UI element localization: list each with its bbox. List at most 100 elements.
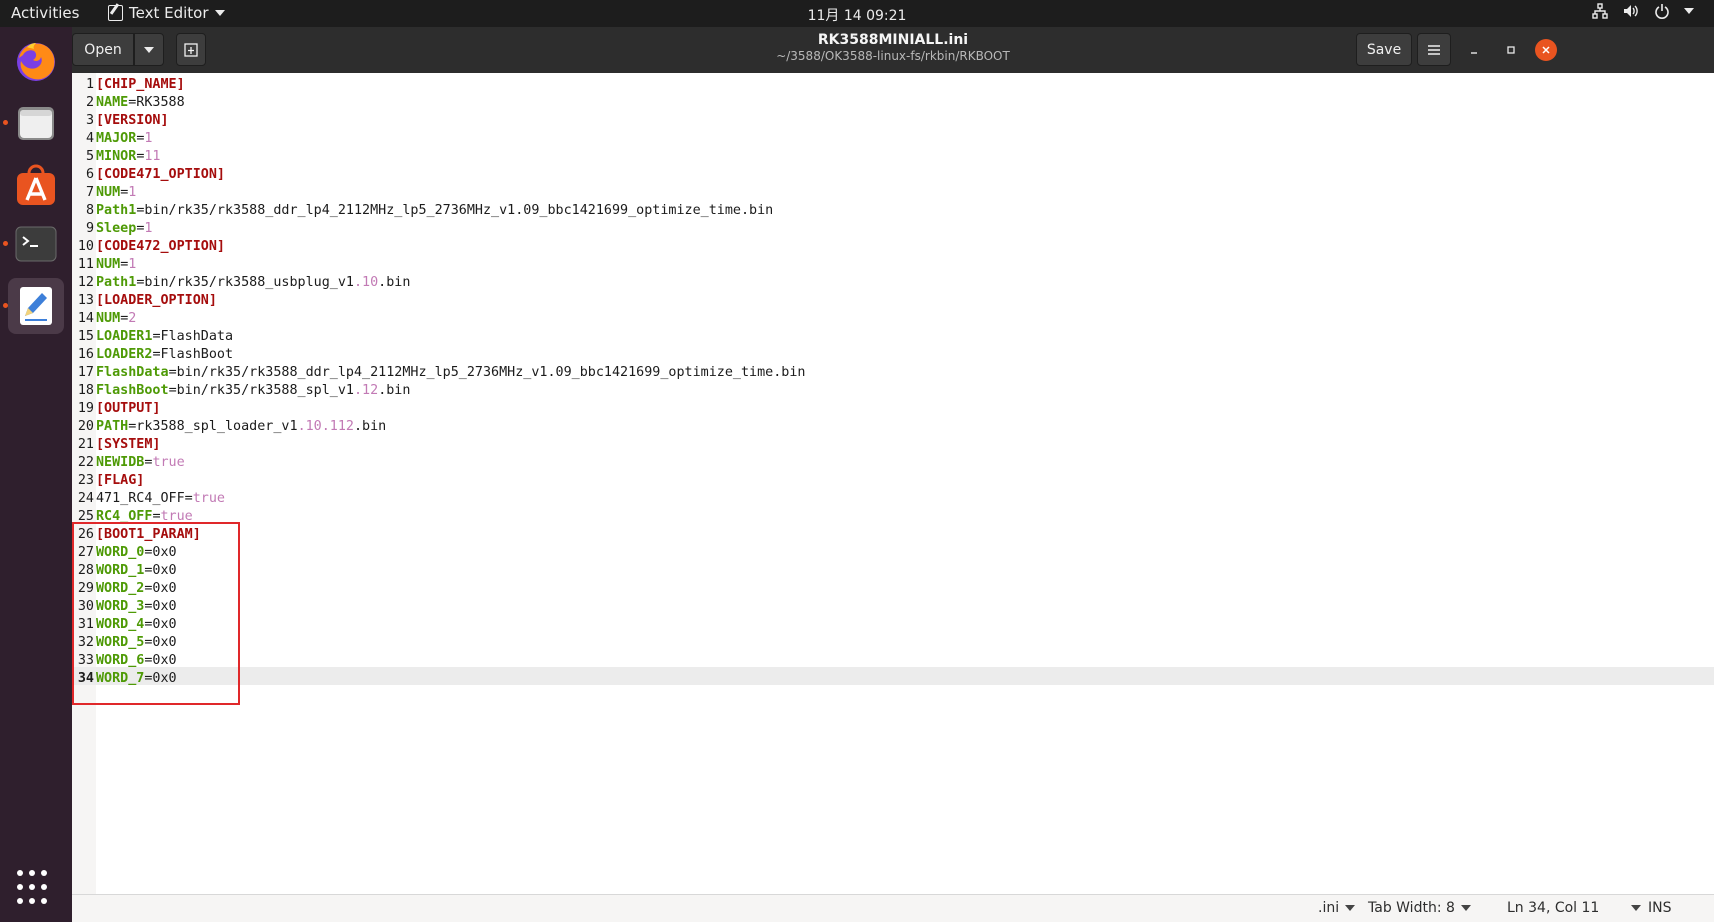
token-key: NUM [96, 185, 121, 200]
code-line: 3 [VERSION] [72, 112, 805, 130]
language-label: .ini [1318, 900, 1340, 916]
line-text: MAJOR=1 [96, 130, 152, 148]
cursor-position-selector[interactable]: Ln 34, Col 11 [1507, 900, 1642, 916]
token-key: Sleep [96, 221, 137, 236]
code-line: 2 NAME=RK3588 [72, 94, 805, 112]
minimize-button[interactable] [1463, 39, 1485, 61]
insert-mode-indicator[interactable]: INS [1648, 900, 1672, 916]
code-line: 17 FlashData=bin/rk35/rk3588_ddr_lp4_2112… [72, 364, 806, 382]
line-number: 11 [77, 257, 94, 272]
code-line: 4 MAJOR=1 [72, 130, 805, 148]
files-icon [18, 107, 54, 140]
line-text: 471_RC4_OFF=true [96, 490, 225, 508]
line-number: 22 [77, 455, 94, 470]
token-code: =bin/rk35/rk3588_ddr_lp4_2112MHz_lp5_273… [168, 365, 806, 380]
code-line: 12 Path1=bin/rk35/rk3588_usbplug_v1.10.bi… [72, 274, 805, 292]
line-number: 21 [77, 437, 94, 452]
header-bar: Open RK3588MINIALL.ini ~/3588/OK3588-lin… [72, 27, 1714, 73]
token-key: MAJOR [96, 131, 137, 146]
token-key: NAME [96, 95, 129, 110]
code-line: 7 NUM=1 [72, 184, 805, 202]
line-text: [SYSTEM] [96, 436, 161, 454]
maximize-button[interactable] [1500, 39, 1522, 61]
token-code: =rk3588_spl_loader_v1 [128, 419, 298, 434]
token-key: FlashData [96, 365, 169, 380]
token-num: true [192, 491, 225, 506]
dock-software[interactable] [8, 157, 64, 213]
chevron-down-icon [1345, 905, 1356, 911]
token-key: Path1 [96, 275, 137, 290]
clock[interactable]: 11月 14 09:21 [0, 5, 1714, 25]
running-indicator [3, 241, 8, 246]
line-text: Path1=bin/rk35/rk3588_ddr_lp4_2112MHz_lp… [96, 202, 773, 220]
line-text: LOADER2=FlashBoot [96, 346, 233, 364]
token-sec: [FLAG] [96, 473, 145, 488]
hamburger-menu-button[interactable] [1417, 33, 1451, 66]
token-key: MINOR [96, 149, 137, 164]
chevron-down-icon [1684, 8, 1694, 14]
token-key: PATH [96, 419, 129, 434]
language-selector[interactable]: .ini [1318, 900, 1356, 916]
token-sec: [CODE471_OPTION] [96, 167, 225, 182]
code-line: 13 [LOADER_OPTION] [72, 292, 805, 310]
top-bar: Activities Text Editor 11月 14 09:21 [0, 0, 1714, 27]
token-num: 1 [144, 131, 153, 146]
code-line: 15 LOADER1=FlashData [72, 328, 805, 346]
running-indicator [3, 303, 8, 308]
software-icon [17, 164, 55, 205]
dock-terminal[interactable] [8, 216, 64, 272]
line-text: [CHIP_NAME] [96, 76, 185, 94]
line-number: 1 [85, 77, 94, 92]
token-sec: [CHIP_NAME] [96, 77, 185, 92]
line-number: 14 [77, 311, 94, 326]
power-icon [1655, 4, 1669, 19]
token-key: NUM [96, 311, 121, 326]
dock-firefox[interactable] [8, 33, 64, 89]
line-number: 2 [85, 95, 94, 110]
line-number: 8 [85, 203, 94, 218]
line-text: MINOR=11 [96, 148, 161, 166]
dock-text-editor[interactable] [8, 278, 64, 334]
line-number: 10 [77, 239, 94, 254]
token-num: .12 [354, 383, 379, 398]
token-num: 1 [128, 185, 137, 200]
line-text: [CODE472_OPTION] [96, 238, 225, 256]
dock-files[interactable] [8, 95, 64, 151]
token-key: FlashBoot [96, 383, 169, 398]
line-text: NEWIDB=true [96, 454, 185, 472]
restore-icon [1507, 46, 1515, 54]
code-line: 18 FlashBoot=bin/rk35/rk3588_spl_v1.12.bi… [72, 382, 805, 400]
code-line: 14 NUM=2 [72, 310, 805, 328]
code-line: 11 NUM=1 [72, 256, 805, 274]
line-text: NUM=2 [96, 310, 136, 328]
close-button[interactable] [1535, 39, 1557, 61]
token-num: 1 [144, 221, 153, 236]
line-number: 24 [77, 491, 94, 506]
save-button[interactable]: Save [1356, 33, 1412, 66]
line-text: [VERSION] [96, 112, 169, 130]
token-key: NUM [96, 257, 121, 272]
code-line: 6 [CODE471_OPTION] [72, 166, 805, 184]
code-line: 19 [OUTPUT] [72, 400, 805, 418]
token-sec: [OUTPUT] [96, 401, 161, 416]
line-number: 3 [85, 113, 94, 128]
firefox-icon [17, 43, 55, 81]
system-tray[interactable] [1592, 3, 1694, 19]
chevron-down-icon [1631, 905, 1642, 911]
code-line: 1 [CHIP_NAME] [72, 76, 805, 94]
token-sec: [SYSTEM] [96, 437, 161, 452]
chevron-down-icon [1460, 905, 1471, 911]
code-line: 20 PATH=rk3588_spl_loader_v1.10.112.bin [72, 418, 805, 436]
token-code: =FlashBoot [152, 347, 234, 362]
text-view[interactable]: 1 [CHIP_NAME] 2 NAME=RK3588 3 [VERSION] 4 MAJOR… [72, 73, 1714, 894]
volume-icon [1624, 5, 1638, 17]
highlight-annotation-box [72, 522, 240, 705]
line-text: PATH=rk3588_spl_loader_v1.10.112.bin [96, 418, 386, 436]
token-code: .bin [378, 383, 411, 398]
token-num: 11 [144, 149, 161, 164]
tab-width-selector[interactable]: Tab Width: 8 [1368, 900, 1471, 916]
code-line: 22 NEWIDB=true [72, 454, 805, 472]
token-key: Path1 [96, 203, 137, 218]
show-applications-icon[interactable] [17, 870, 53, 906]
token-code: .bin [354, 419, 387, 434]
